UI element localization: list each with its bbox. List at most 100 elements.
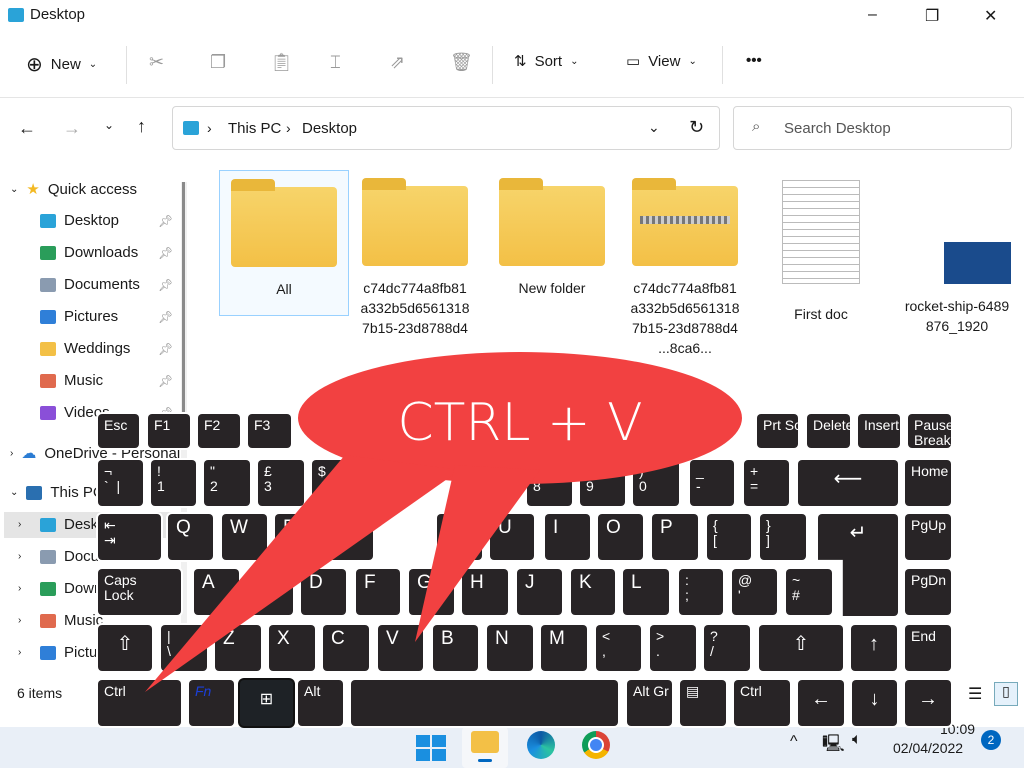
key-+-=[interactable]: + = (744, 460, 789, 506)
key-prt-sc[interactable]: Prt Sc (757, 414, 801, 448)
file-item[interactable]: c74dc774a8fb81 a332b5d6561318 7b15-23d87… (350, 170, 480, 338)
key-}-][interactable]: } ] (760, 514, 806, 560)
nav-this-pc[interactable]: ⌄ This PC (10, 484, 104, 501)
cut-icon[interactable]: ✂ (149, 52, 164, 73)
key-⇧[interactable]: ⇧ (98, 625, 152, 671)
key-→[interactable]: → (905, 680, 951, 726)
key->-.[interactable]: > . (650, 625, 696, 671)
key-)-0[interactable]: ) 0 (633, 460, 679, 506)
forward-button[interactable]: → (63, 118, 81, 139)
key-⊞[interactable]: ⊞ (240, 680, 293, 726)
file-item[interactable]: New folder (487, 170, 617, 298)
key-"-2[interactable]: " 2 (204, 460, 250, 506)
key-f3[interactable]: F3 (248, 414, 291, 448)
key-alt[interactable]: Alt (298, 680, 343, 726)
nav-quick-desktop[interactable]: Desktop 📌︎ (40, 212, 173, 229)
file-item[interactable]: First doc (756, 170, 886, 324)
show-hidden-icons-button[interactable]: ^ (790, 733, 798, 751)
chrome-icon[interactable] (582, 731, 610, 759)
key-←[interactable]: ← (798, 680, 844, 726)
nav-quick-access[interactable]: ⌄ ★ Quick access (10, 180, 137, 199)
paste-icon[interactable]: 📋︎ (270, 52, 293, 73)
key-|-\[interactable]: | \ (161, 625, 207, 671)
key-pause-break[interactable]: Pause Break (908, 414, 954, 448)
key-(-9[interactable]: ( 9 (580, 460, 625, 506)
key-caps-lock[interactable]: Caps Lock (98, 569, 181, 615)
key-o[interactable]: O (598, 514, 643, 560)
file-item[interactable]: All (219, 170, 349, 316)
key-↑[interactable]: ↑ (851, 625, 897, 671)
key-%-5[interactable]: % 5 (366, 460, 411, 506)
key-u[interactable]: U (490, 514, 534, 560)
delete-icon[interactable]: 🗑︎ (450, 52, 473, 73)
volume-icon[interactable]: 🔈︎ (852, 731, 862, 749)
key-↓[interactable]: ↓ (852, 680, 897, 726)
close-button[interactable]: ✕ (984, 6, 997, 26)
key-pgdn[interactable]: PgDn (905, 569, 951, 615)
network-icon[interactable]: 🖳︎ (822, 731, 845, 760)
key-l[interactable]: L (623, 569, 669, 615)
up-button[interactable]: ↑ (137, 116, 146, 137)
key-delete[interactable]: Delete (807, 414, 853, 448)
key-g[interactable]: G (409, 569, 454, 615)
key-?-/[interactable]: ? / (704, 625, 750, 671)
key-h[interactable]: H (462, 569, 508, 615)
key-£-3[interactable]: £ 3 (258, 460, 304, 506)
key-alt-gr[interactable]: Alt Gr (627, 680, 672, 726)
start-button[interactable] (416, 735, 446, 761)
key-_--[interactable]: _ - (690, 460, 734, 506)
key-x[interactable]: X (269, 625, 315, 671)
refresh-icon[interactable]: ↻ (689, 117, 704, 138)
key-:-;[interactable]: : ; (679, 569, 723, 615)
file-item[interactable]: rocket-ship-6489 876_1920 (892, 170, 1022, 336)
key-pgup[interactable]: PgUp (905, 514, 951, 560)
key-e[interactable]: E (275, 514, 319, 560)
nav-quick-downloads[interactable]: Downloads 📌︎ (40, 244, 173, 261)
key-home[interactable]: Home (905, 460, 951, 506)
key-⟵[interactable]: ⟵ (798, 460, 898, 506)
maximize-button[interactable]: ❐ (925, 6, 939, 26)
key-f1[interactable]: F1 (148, 414, 190, 448)
key-ctrl[interactable]: Ctrl (734, 680, 790, 726)
new-button[interactable]: ⊕ New ⌄ (26, 52, 97, 77)
large-icons-view-button[interactable]: ▯ (994, 682, 1018, 706)
key-~-#[interactable]: ~ # (786, 569, 832, 615)
key-q[interactable]: Q (168, 514, 213, 560)
key-end[interactable]: End (905, 625, 951, 671)
key-!-1[interactable]: ! 1 (151, 460, 196, 506)
sort-button[interactable]: ⇅ Sort ⌄ (514, 52, 578, 71)
key-p[interactable]: P (652, 514, 698, 560)
key-*-8[interactable]: * 8 (527, 460, 572, 506)
key-b[interactable]: B (433, 625, 478, 671)
key-s[interactable]: S (248, 569, 293, 615)
minimize-button[interactable]: – (868, 6, 877, 24)
copy-icon[interactable]: ❐ (210, 52, 226, 73)
nav-quick-music[interactable]: Music 📌︎ (40, 372, 173, 389)
key-f2[interactable]: F2 (198, 414, 240, 448)
key-j[interactable]: J (517, 569, 562, 615)
key-¬-`-|[interactable]: ¬ ` | (98, 460, 143, 506)
details-view-button[interactable]: ☰ (968, 684, 982, 704)
clock-date[interactable]: 02/04/2022 (893, 740, 963, 756)
key-@-'[interactable]: @ ' (732, 569, 777, 615)
nav-scrollbar[interactable] (181, 182, 187, 642)
nav-quick-pictures[interactable]: Pictures 📌︎ (40, 308, 173, 325)
key-fn[interactable]: Fn (189, 680, 234, 726)
more-options-button[interactable]: ••• (746, 52, 762, 69)
nav-quick-weddings[interactable]: Weddings 📌︎ (40, 340, 173, 357)
file-explorer-taskbar-icon[interactable] (462, 727, 508, 768)
key-insert[interactable]: Insert (858, 414, 900, 448)
chevron-down-icon[interactable]: ⌄ (648, 119, 660, 136)
key-ctrl[interactable]: Ctrl (98, 680, 181, 726)
recent-locations-button[interactable]: ⌄ (104, 118, 114, 132)
key-▤[interactable]: ▤ (680, 680, 726, 726)
key-<-,[interactable]: < , (596, 625, 641, 671)
key-a[interactable]: A (194, 569, 239, 615)
nav-quick-documents[interactable]: Documents 📌︎ (40, 276, 173, 293)
key-⇧[interactable]: ⇧ (759, 625, 843, 671)
breadcrumb-this-pc[interactable]: This PC (228, 120, 281, 137)
key-y[interactable]: Y (437, 514, 482, 560)
file-item[interactable]: c74dc774a8fb81 a332b5d6561318 7b15-23d87… (620, 170, 750, 358)
key-i[interactable]: I (545, 514, 590, 560)
back-button[interactable]: ← (18, 118, 36, 139)
